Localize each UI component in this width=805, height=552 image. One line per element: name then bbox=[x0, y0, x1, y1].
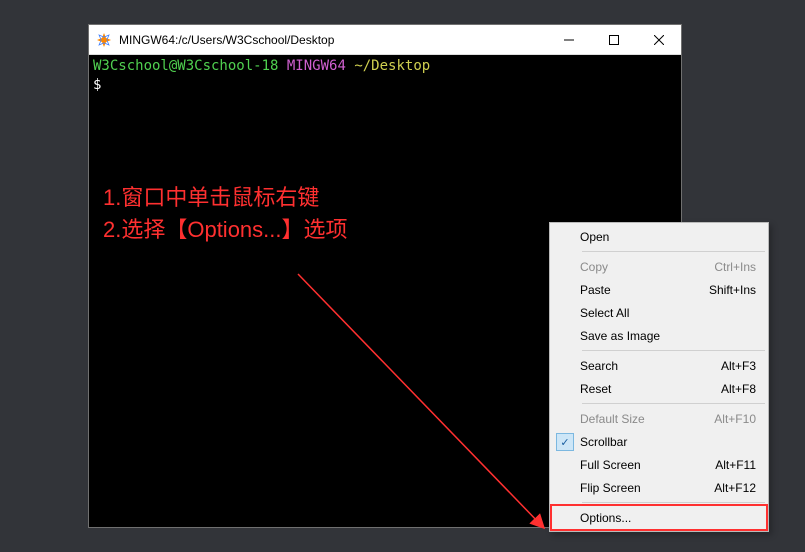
menu-save-as-image[interactable]: Save as Image bbox=[552, 324, 766, 347]
context-menu: Open Copy Ctrl+Ins Paste Shift+Ins Selec… bbox=[549, 222, 769, 532]
terminal-user: W3Cschool@W3Cschool-18 bbox=[93, 58, 278, 74]
menu-hotkey: Alt+F3 bbox=[721, 359, 756, 373]
window-title: MINGW64:/c/Users/W3Cschool/Desktop bbox=[119, 33, 546, 47]
menu-hotkey: Alt+F10 bbox=[714, 412, 756, 426]
terminal-host: MINGW64 bbox=[287, 58, 346, 74]
menu-label: Flip Screen bbox=[580, 481, 641, 495]
menu-hotkey: Alt+F11 bbox=[715, 458, 756, 472]
menu-separator bbox=[582, 350, 765, 351]
minimize-button[interactable] bbox=[546, 25, 591, 54]
menu-hotkey: Alt+F8 bbox=[721, 382, 756, 396]
terminal-path: ~/Desktop bbox=[354, 58, 430, 74]
menu-paste[interactable]: Paste Shift+Ins bbox=[552, 278, 766, 301]
menu-full-screen[interactable]: Full Screen Alt+F11 bbox=[552, 453, 766, 476]
annotation-line-1: 1.窗口中单击鼠标右键 bbox=[103, 182, 348, 214]
menu-label: Open bbox=[580, 230, 609, 244]
menu-label: Default Size bbox=[580, 412, 645, 426]
menu-scrollbar[interactable]: ✓ Scrollbar bbox=[552, 430, 766, 453]
menu-separator bbox=[582, 403, 765, 404]
terminal-cursor-line: $ bbox=[93, 76, 677, 95]
titlebar[interactable]: MINGW64:/c/Users/W3Cschool/Desktop bbox=[89, 25, 681, 55]
menu-hotkey: Ctrl+Ins bbox=[714, 260, 756, 274]
menu-open[interactable]: Open bbox=[552, 225, 766, 248]
menu-separator bbox=[582, 502, 765, 503]
app-icon bbox=[89, 25, 119, 55]
menu-label: Search bbox=[580, 359, 618, 373]
menu-hotkey: Shift+Ins bbox=[709, 283, 756, 297]
menu-separator bbox=[582, 251, 765, 252]
menu-reset[interactable]: Reset Alt+F8 bbox=[552, 377, 766, 400]
menu-flip-screen[interactable]: Flip Screen Alt+F12 bbox=[552, 476, 766, 499]
annotation-text: 1.窗口中单击鼠标右键 2.选择【Options...】选项 bbox=[103, 182, 348, 246]
menu-label: Reset bbox=[580, 382, 611, 396]
menu-label: Select All bbox=[580, 306, 629, 320]
maximize-button[interactable] bbox=[591, 25, 636, 54]
close-button[interactable] bbox=[636, 25, 681, 54]
annotation-line-2: 2.选择【Options...】选项 bbox=[103, 214, 348, 246]
menu-label: Paste bbox=[580, 283, 611, 297]
menu-label: Save as Image bbox=[580, 329, 660, 343]
menu-search[interactable]: Search Alt+F3 bbox=[552, 354, 766, 377]
menu-copy[interactable]: Copy Ctrl+Ins bbox=[552, 255, 766, 278]
menu-default-size[interactable]: Default Size Alt+F10 bbox=[552, 407, 766, 430]
menu-select-all[interactable]: Select All bbox=[552, 301, 766, 324]
terminal-prompt-line: W3Cschool@W3Cschool-18 MINGW64 ~/Desktop bbox=[93, 57, 677, 76]
menu-label: Full Screen bbox=[580, 458, 641, 472]
menu-label: Copy bbox=[580, 260, 608, 274]
check-icon: ✓ bbox=[556, 433, 574, 451]
menu-options[interactable]: Options... bbox=[552, 506, 766, 529]
menu-label: Scrollbar bbox=[580, 435, 627, 449]
menu-label: Options... bbox=[580, 511, 631, 525]
menu-hotkey: Alt+F12 bbox=[714, 481, 756, 495]
